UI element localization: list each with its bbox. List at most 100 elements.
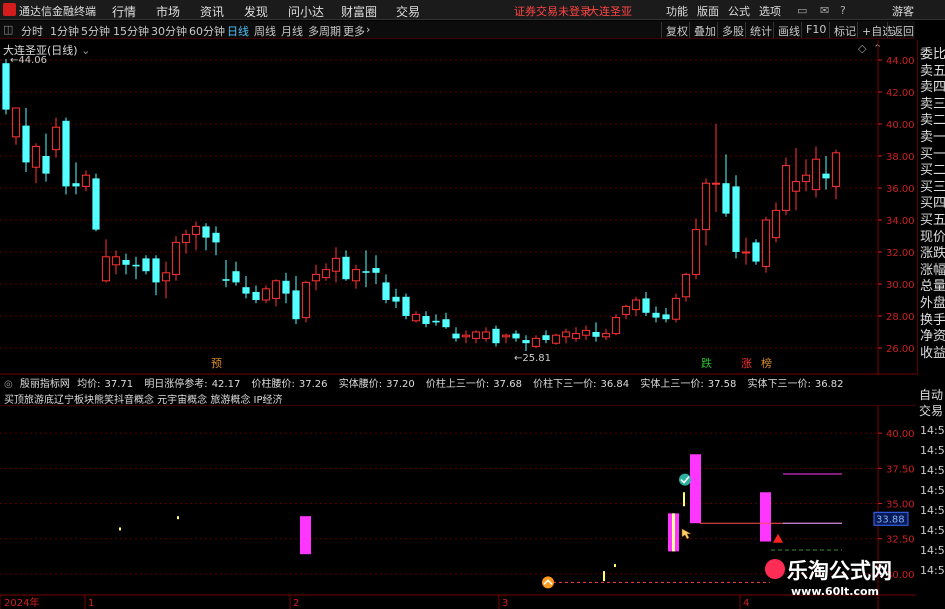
candle-body bbox=[571, 333, 581, 339]
candle-body bbox=[691, 229, 701, 275]
candle-body bbox=[152, 258, 160, 283]
sidebar-quote-label[interactable]: 收益 bbox=[920, 342, 945, 361]
indicator-info-line: ◎ 殷丽指标网 均价: 37.71 明日涨停参考: 42.17 价柱腰价: 37.26… bbox=[4, 375, 852, 390]
tab-60min[interactable]: 60分钟 bbox=[189, 23, 225, 39]
candle-body bbox=[522, 340, 530, 344]
menu-bar: 通达信金融终端 行情 市场 资讯 发现 问小达 财富圈 交易 证券交易未登录 大… bbox=[0, 0, 945, 20]
menu-trade[interactable]: 交易 bbox=[396, 3, 420, 20]
mark-button[interactable]: 标记 bbox=[829, 22, 860, 38]
y-tick-label: 32.50 bbox=[886, 535, 915, 546]
menu-ask-xiaoda[interactable]: 问小达 bbox=[288, 3, 324, 20]
date-label: 3 bbox=[502, 598, 508, 609]
y-tick-label: 38.00 bbox=[886, 152, 915, 163]
indicator-field: 价柱下三一价: 36.84 bbox=[533, 379, 630, 390]
candle-body bbox=[831, 152, 841, 187]
candle-body bbox=[471, 331, 481, 339]
candle-body bbox=[212, 232, 220, 243]
guest-user[interactable]: 游客 bbox=[892, 3, 914, 19]
y-tick-label: 35.00 bbox=[886, 500, 915, 511]
menu-discover[interactable]: 发现 bbox=[244, 3, 268, 20]
login-warning[interactable]: 证券交易未登录 bbox=[514, 3, 591, 19]
candle-body bbox=[642, 298, 650, 313]
f10-button[interactable]: F10 bbox=[801, 22, 830, 38]
tab-5min[interactable]: 5分钟 bbox=[81, 23, 110, 39]
menu-news[interactable]: 资讯 bbox=[200, 3, 224, 20]
candle-body bbox=[331, 257, 341, 272]
candle-body bbox=[42, 156, 50, 174]
y-tick-label: 32.00 bbox=[886, 248, 915, 259]
candle-body bbox=[781, 165, 791, 211]
menu-layout[interactable]: 版面 bbox=[697, 3, 719, 19]
candle-body bbox=[292, 290, 300, 320]
menu-function[interactable]: 功能 bbox=[666, 3, 688, 19]
sidebar-auto[interactable]: 自动 bbox=[919, 386, 943, 403]
tab-intraday[interactable]: 分时 bbox=[21, 23, 43, 39]
indicator-field: 价柱腰价: 37.26 bbox=[251, 379, 328, 390]
candle-body bbox=[631, 299, 641, 311]
sidebar-time: 14:56 bbox=[920, 544, 945, 557]
overlay-button[interactable]: 叠加 bbox=[689, 22, 720, 38]
tab-daily[interactable]: 日线 bbox=[227, 23, 249, 39]
candle-body bbox=[501, 334, 511, 338]
candle-body bbox=[531, 337, 541, 347]
candle-body bbox=[592, 332, 600, 337]
tab-more[interactable]: 更多 bbox=[343, 23, 365, 39]
gear-icon[interactable]: ◎ bbox=[4, 379, 13, 390]
date-label: 2 bbox=[293, 598, 299, 609]
candle-body bbox=[351, 269, 361, 282]
menu-quotes[interactable]: 行情 bbox=[112, 3, 136, 20]
tab-weekly[interactable]: 周线 bbox=[254, 23, 276, 39]
candle-body bbox=[611, 317, 621, 335]
candle-body bbox=[492, 328, 500, 344]
tab-monthly[interactable]: 月线 bbox=[281, 23, 303, 39]
menu-wealth-circle[interactable]: 财富圈 bbox=[341, 3, 377, 20]
candle-body bbox=[701, 182, 711, 231]
candle-body bbox=[761, 219, 771, 267]
toggle-panel-icon[interactable]: ◫ bbox=[3, 23, 13, 36]
statistics-button[interactable]: 统计 bbox=[745, 22, 776, 38]
draw-line-button[interactable]: 画线 bbox=[773, 22, 804, 38]
skin-icon[interactable]: ▭ bbox=[797, 4, 807, 17]
tab-1min[interactable]: 1分钟 bbox=[50, 23, 79, 39]
kline-chart[interactable]: 44.00 42.00 40.00 38.00 36.00 34.00 32.00 30.00… bbox=[0, 40, 916, 375]
candle-body bbox=[551, 334, 561, 344]
message-icon[interactable]: ✉ bbox=[820, 4, 829, 17]
y-tick-label: 40.00 bbox=[886, 120, 915, 131]
y-tick-label: 44.00 bbox=[886, 56, 915, 67]
tab-15min[interactable]: 15分钟 bbox=[113, 23, 149, 39]
signal-dot bbox=[177, 516, 179, 520]
signal-dot bbox=[614, 564, 616, 568]
event-marker: 涨 bbox=[741, 357, 752, 370]
candle-body bbox=[301, 281, 311, 319]
candle-body bbox=[452, 333, 460, 339]
signal-bar bbox=[760, 492, 771, 542]
candle-body bbox=[282, 280, 290, 294]
candle-body bbox=[801, 174, 811, 183]
candle-body bbox=[22, 125, 30, 163]
candle-body bbox=[51, 126, 61, 151]
candle-body bbox=[512, 333, 520, 339]
candle-body bbox=[271, 280, 281, 299]
candle-body bbox=[741, 251, 751, 254]
candle-body bbox=[202, 226, 210, 238]
tab-30min[interactable]: 30分钟 bbox=[151, 23, 187, 39]
candle-body bbox=[252, 292, 260, 300]
candle-body bbox=[232, 271, 240, 283]
menu-options[interactable]: 选项 bbox=[759, 3, 781, 19]
check-circle-icon bbox=[679, 473, 691, 486]
menu-formula[interactable]: 公式 bbox=[728, 3, 750, 19]
candle-body bbox=[92, 178, 100, 230]
back-button[interactable]: 返回 bbox=[887, 22, 918, 38]
indicator-field: 实体下三一价: 36.82 bbox=[747, 379, 844, 390]
menu-market[interactable]: 市场 bbox=[156, 3, 180, 20]
help-icon[interactable]: ? bbox=[840, 4, 846, 17]
multi-stock-button[interactable]: 多股 bbox=[717, 22, 748, 38]
sidebar-trade[interactable]: 交易 bbox=[919, 402, 943, 419]
adjust-button[interactable]: 复权 bbox=[661, 22, 692, 38]
tab-multi-period[interactable]: 多周期 bbox=[308, 23, 341, 39]
period-tab-bar: ◫ 分时 1分钟 5分钟 15分钟 30分钟 60分钟 日线 周线 月线 多周期… bbox=[0, 21, 915, 39]
candle-body bbox=[222, 279, 230, 281]
indicator-name[interactable]: 殷丽指标网 bbox=[20, 379, 70, 390]
chevron-right-icon[interactable]: › bbox=[366, 23, 370, 36]
candle-body bbox=[142, 258, 150, 272]
